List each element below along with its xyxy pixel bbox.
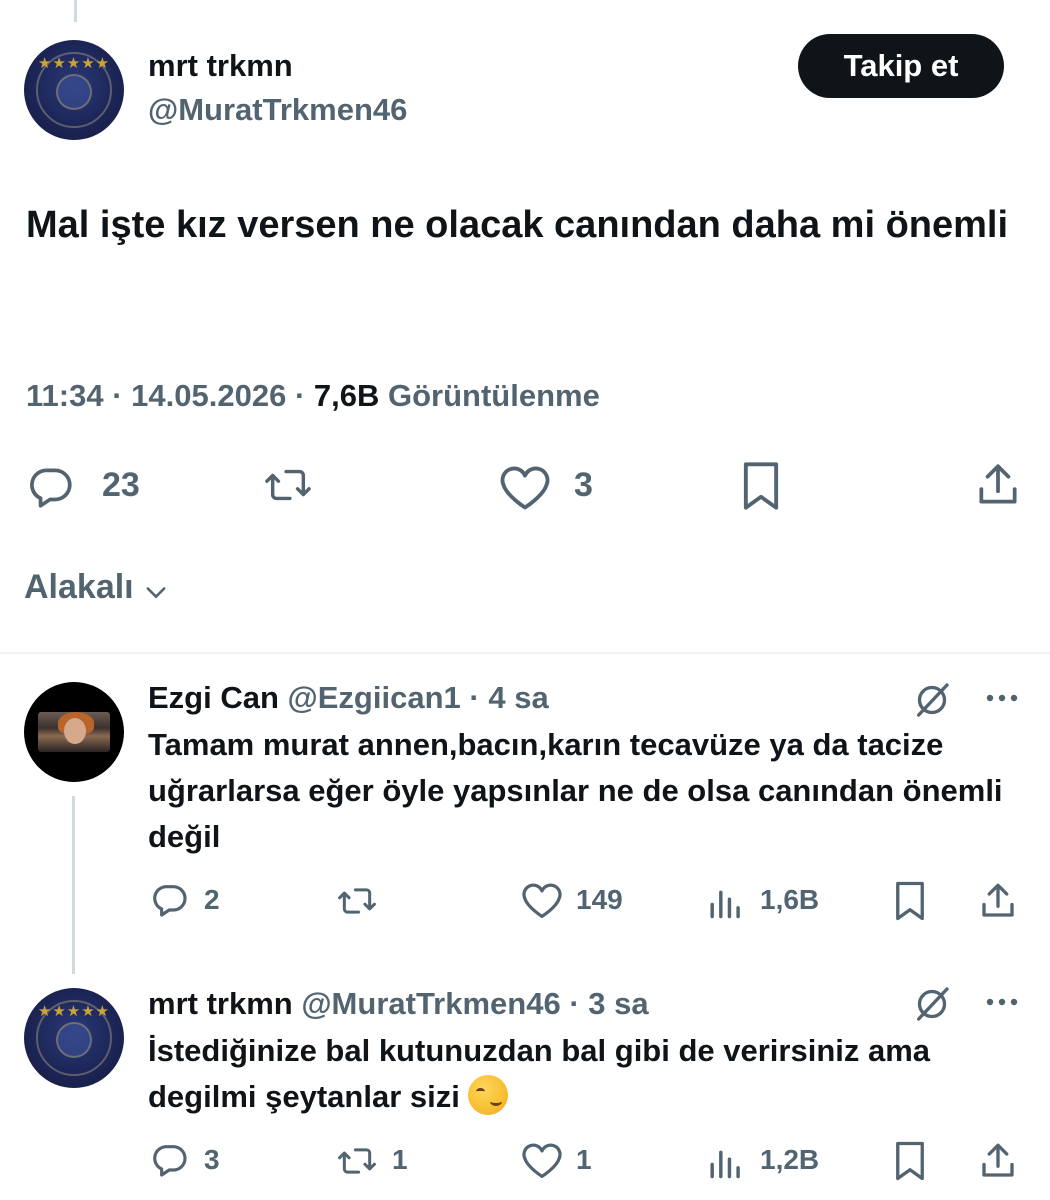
author-name[interactable]: mrt trkmn: [148, 48, 293, 84]
more-icon[interactable]: [982, 992, 1022, 1012]
heart-icon[interactable]: [518, 1140, 566, 1180]
thread-connector-line: [74, 0, 77, 22]
more-icon[interactable]: [982, 688, 1022, 708]
views-label: Görüntülenme: [388, 378, 600, 413]
reply-author-handle[interactable]: @MuratTrkmen46: [301, 986, 560, 1021]
reply-text: İstediğinize bal kutunuzdan bal gibi de …: [148, 1033, 931, 1114]
tweet-date[interactable]: 14.05.2026: [131, 378, 286, 413]
views-count: 7,6B: [313, 378, 380, 413]
views-count: 1,6B: [760, 884, 820, 915]
bookmark-icon[interactable]: [890, 1140, 930, 1182]
tweet-meta: 11:34 · 14.05.2026 · 7,6B Görüntülenme: [26, 378, 600, 414]
avatar-face: [64, 718, 86, 744]
avatar[interactable]: ★★★★★: [24, 988, 124, 1088]
meta-separator: ·: [569, 986, 580, 1021]
share-icon[interactable]: [976, 1140, 1020, 1182]
meta-separator: ·: [469, 680, 480, 715]
chevron-down-icon: [142, 576, 170, 604]
reply-icon[interactable]: [148, 1140, 192, 1180]
meta-separator: ·: [112, 378, 123, 413]
reply-count: 23: [102, 466, 140, 504]
stars-icon: ★★★★★: [37, 55, 111, 72]
retweet-count: 1: [392, 1144, 408, 1175]
reply-header: mrt trkmn @MuratTrkmen46 · 3 sa: [148, 986, 649, 1022]
bookmark-icon[interactable]: [736, 460, 786, 512]
retweet-icon[interactable]: [332, 882, 382, 920]
grok-icon[interactable]: [912, 984, 952, 1024]
reply-count: 2: [204, 884, 220, 915]
views-icon[interactable]: [706, 882, 746, 920]
thread-connector-line: [72, 796, 75, 974]
views-count: 1,2B: [760, 1144, 820, 1175]
like-count: 149: [576, 884, 623, 915]
meta-separator: ·: [294, 378, 306, 413]
avatar[interactable]: [24, 682, 124, 782]
sort-label: Alakalı: [24, 568, 134, 606]
heart-icon[interactable]: [518, 880, 566, 920]
author-handle[interactable]: @MuratTrkmen46: [148, 92, 407, 128]
tweet-detail-page: ★★★★★ mrt trkmn @MuratTrkmen46 Takip et …: [0, 0, 1050, 1200]
reply-text-container: İstediğinize bal kutunuzdan bal gibi de …: [148, 1028, 1008, 1120]
tweet-time[interactable]: 11:34: [26, 378, 104, 413]
grok-icon[interactable]: [912, 680, 952, 720]
share-icon[interactable]: [976, 880, 1020, 922]
bookmark-icon[interactable]: [890, 880, 930, 922]
like-count: 1: [576, 1144, 592, 1175]
share-icon[interactable]: [972, 460, 1024, 510]
reply-text: Tamam murat annen,bacın,karın tecavüze y…: [148, 727, 1003, 854]
like-count: 3: [574, 466, 593, 504]
reply-author-name[interactable]: mrt trkmn: [148, 986, 293, 1021]
follow-button[interactable]: Takip et: [798, 34, 1004, 98]
crest-icon: [56, 74, 92, 110]
sort-dropdown[interactable]: Alakalı: [24, 568, 170, 607]
retweet-icon[interactable]: [258, 462, 318, 508]
reply-time[interactable]: 4 sa: [488, 680, 548, 715]
avatar[interactable]: ★★★★★: [24, 40, 124, 140]
reply-time[interactable]: 3 sa: [588, 986, 648, 1021]
retweet-icon[interactable]: [332, 1142, 382, 1180]
divider: [0, 652, 1050, 654]
tweet-text: Mal işte kız versen ne olacak canından d…: [26, 204, 1009, 246]
reply-icon[interactable]: [24, 462, 78, 512]
stars-icon: ★★★★★: [37, 1003, 111, 1020]
heart-icon[interactable]: [496, 462, 554, 512]
reply-icon[interactable]: [148, 880, 192, 920]
crest-icon: [56, 1022, 92, 1058]
reply-header: Ezgi Can @Ezgiican1 · 4 sa: [148, 680, 549, 716]
views-icon[interactable]: [706, 1142, 746, 1180]
smirking-face-emoji: [468, 1075, 509, 1115]
reply-author-name[interactable]: Ezgi Can: [148, 680, 279, 715]
reply-author-handle[interactable]: @Ezgiican1: [288, 680, 461, 715]
reply-count: 3: [204, 1144, 220, 1175]
